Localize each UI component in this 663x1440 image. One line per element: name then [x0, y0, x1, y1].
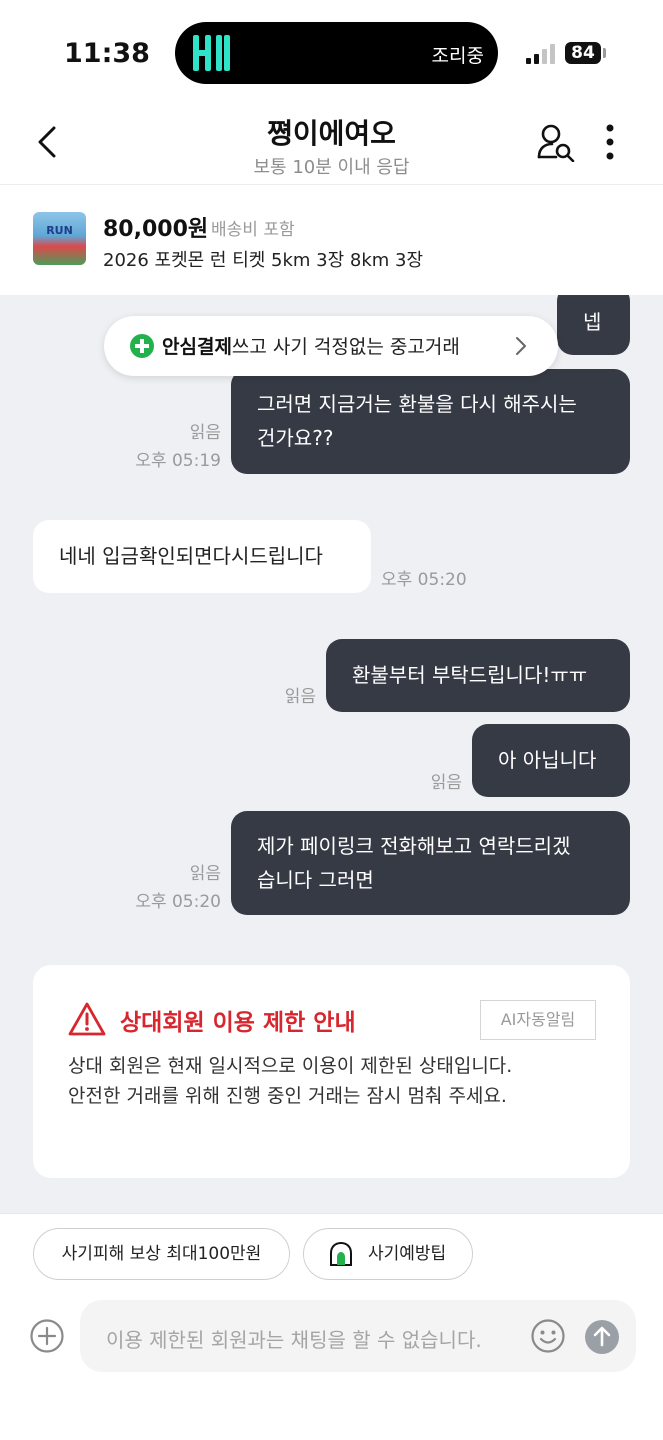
message-bubble-mine[interactable]: 그러면 지금거는 환불을 다시 해주시는 건가요?? [231, 369, 630, 474]
notice-line: 안전한 거래를 위해 진행 중인 거래는 잠시 멈춰 주세요. [68, 1085, 507, 1107]
message-text-line: 건가요?? [257, 426, 334, 450]
attach-button[interactable] [29, 1318, 65, 1354]
warning-icon [68, 1002, 106, 1036]
emoji-button[interactable] [530, 1318, 566, 1354]
message-bubble-mine[interactable]: 넵 [557, 295, 630, 355]
message-text-line: 제가 페이링크 전화해보고 연락드리겠 [257, 834, 571, 858]
message-text-line: 그러면 지금거는 환불을 다시 해주시는 [257, 392, 577, 416]
chip-label: 사기예방팁 [368, 1244, 447, 1264]
message-text: 네네 입금확인되면다시드립니다 [59, 544, 323, 568]
profile-button[interactable] [536, 122, 576, 163]
message-meta: 읽음 오후 05:19 [135, 419, 221, 475]
message-text-line: 습니다 그러면 [257, 868, 374, 892]
product-price: 80,000원 [103, 217, 209, 242]
status-bar: 11:38 조리중 84 [0, 0, 663, 100]
chat-header: 쪙이에여오 보통 10분 이내 응답 [0, 100, 663, 185]
fraud-compensation-chip[interactable]: 사기피해 보상 최대100만원 [33, 1228, 290, 1280]
message-bubble-mine[interactable]: 제가 페이링크 전화해보고 연락드리겠 습니다 그러면 [231, 811, 630, 915]
safe-payment-bold: 안심결제 [162, 336, 232, 358]
message-text: 환불부터 부탁드립니다!ㅠㅠ [352, 663, 588, 687]
read-receipt: 읽음 [284, 687, 316, 707]
safe-payment-text: 안심결제쓰고 사기 걱정없는 중고거래 [162, 332, 460, 359]
ai-auto-notice-badge: AI자동알림 [480, 1000, 596, 1040]
bottom-bar: 사기피해 보상 최대100만원 사기예방팁 이용 제한된 회원과는 채팅을 할 … [0, 1213, 663, 1440]
product-thumbnail: RUN [33, 212, 86, 265]
plus-circle-icon [30, 1319, 64, 1353]
emoji-icon [531, 1319, 565, 1353]
profile-search-icon [537, 124, 575, 163]
message-input[interactable]: 이용 제한된 회원과는 채팅을 할 수 없습니다. [80, 1300, 636, 1372]
message-time: 오후 05:20 [381, 570, 467, 590]
safe-payment-banner[interactable]: 안심결제쓰고 사기 걱정없는 중고거래 [104, 316, 558, 376]
plus-green-icon [130, 334, 154, 358]
send-button[interactable] [585, 1320, 619, 1354]
battery-tip [603, 48, 606, 58]
read-receipt: 읽음 [189, 864, 221, 884]
product-name: 2026 포켓몬 런 티켓 5km 3장 8km 3장 [103, 250, 424, 271]
battery-icon: 84 [565, 42, 601, 64]
message-time: 오후 05:19 [135, 451, 221, 471]
message-bubble-partner[interactable]: 네네 입금확인되면다시드립니다 [33, 520, 371, 593]
dynamic-island[interactable]: 조리중 [175, 22, 498, 84]
delivery-app-icon [191, 33, 231, 73]
more-options-button[interactable] [596, 122, 624, 162]
message-bubble-mine[interactable]: 환불부터 부탁드립니다!ㅠㅠ [326, 639, 630, 712]
read-receipt: 읽음 [189, 423, 221, 443]
chat-messages[interactable]: 넵 그러면 지금거는 환불을 다시 해주시는 건가요?? 읽음 오후 05:19… [0, 295, 663, 1213]
live-activity-status: 조리중 [431, 45, 484, 67]
safe-payment-rest: 쓰고 사기 걱정없는 중고거래 [231, 336, 460, 358]
shipping-info: 배송비 포함 [211, 220, 295, 240]
read-receipt: 읽음 [430, 773, 462, 793]
message-text: 아 아닙니다 [498, 748, 597, 772]
send-icon [593, 1326, 611, 1347]
message-meta: 읽음 오후 05:20 [135, 860, 221, 916]
notice-line: 상대 회원은 현재 일시적으로 이용이 제한된 상태입니다. [68, 1055, 513, 1077]
fraud-prevention-tips-chip[interactable]: 사기예방팁 [303, 1228, 473, 1280]
product-summary[interactable]: RUN 80,000원 배송비 포함 2026 포켓몬 런 티켓 5km 3장 … [0, 185, 663, 295]
status-time: 11:38 [64, 38, 150, 69]
signal-icon [526, 44, 556, 64]
message-time: 오후 05:20 [135, 892, 221, 912]
message-input-placeholder: 이용 제한된 회원과는 채팅을 할 수 없습니다. [106, 1328, 482, 1352]
message-bubble-mine[interactable]: 아 아닙니다 [472, 724, 630, 797]
thumbnail-text: RUN [46, 224, 73, 237]
notice-title: 상대회원 이용 제한 안내 [120, 1010, 356, 1036]
more-vertical-icon [606, 124, 614, 160]
message-text: 넵 [583, 310, 602, 334]
shield-icon [330, 1241, 352, 1266]
notice-body: 상대 회원은 현재 일시적으로 이용이 제한된 상태입니다. 안전한 거래를 위… [68, 1051, 608, 1111]
chevron-right-icon [516, 337, 526, 355]
restriction-notice-card: 상대회원 이용 제한 안내 AI자동알림 상대 회원은 현재 일시적으로 이용이… [33, 965, 630, 1178]
